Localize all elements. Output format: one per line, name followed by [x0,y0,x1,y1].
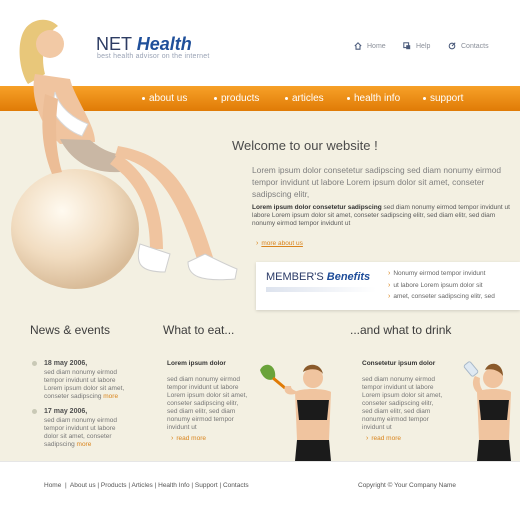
arrow-icon: › [388,293,391,300]
woman-drinking-photo [463,361,511,461]
eat-heading: Lorem ipsum dolor [167,360,226,367]
welcome-intro: Lorem ipsum dolor consetetur sadipscing … [252,165,502,199]
news-item-text: sed diam nonumy eirmod tempor invidunt u… [44,369,126,401]
footer-link-about-us[interactable]: About us [70,482,96,489]
drink-read-more-link[interactable]: › read more [366,435,401,442]
drink-section-title: ...and what to drink [350,323,452,337]
read-more-label: read more [176,435,206,442]
footer-link-products[interactable]: Products [101,482,127,489]
news-more-link[interactable]: more [77,441,92,448]
welcome-subtext: Lorem ipsum dolor consetetur sadipscing … [252,204,514,228]
help-link[interactable]: Help [403,42,430,50]
drink-text: sed diam nonumy eirmod tempor invidunt u… [362,376,443,431]
news-item-text: sed diam nonumy eirmod tempor invidunt u… [44,417,126,449]
members-benefits-title: MEMBER'S Benefits [266,271,370,283]
news-date: 18 may 2006, [44,360,88,367]
footer-link-support[interactable]: Support [195,482,218,489]
help-icon [403,42,411,50]
contacts-link-label: Contacts [461,42,489,50]
more-about-us-link[interactable]: › more about us [256,240,303,247]
arrow-icon: › [256,240,259,247]
contacts-link[interactable]: Contacts [448,42,489,50]
bullet-icon [32,409,37,414]
home-icon [354,42,362,50]
benefit-label: Nonumy eirmod tempor invidunt [393,270,486,277]
benefit-label: ut labore Lorem ipsum dolor sit [393,282,483,289]
arrow-icon: › [388,282,391,289]
nav-label: health info [354,93,401,104]
drink-heading: Consetetur ipsum dolor [362,360,436,367]
home-link-label: Home [367,42,386,50]
news-more-link[interactable]: more [103,393,118,400]
eat-text: sed diam nonumy eirmod tempor invidunt u… [167,376,248,431]
copyright-text: Copyright © Your Company Name [358,482,457,489]
nav-bullet-icon [347,97,350,100]
benefit-label: amet, conseter sadipscing elitr, sed [393,293,495,300]
nav-support[interactable]: support [423,93,463,104]
news-date: 17 may 2006, [44,408,88,415]
nav-label: support [430,93,464,104]
benefit-link[interactable]: › Nonumy eirmod tempor invidunt [388,270,485,277]
woman-eating-photo [260,364,331,461]
contacts-icon [448,42,456,50]
members-divider [266,287,376,292]
read-more-label: read more [371,435,401,442]
benefit-link[interactable]: › amet, conseter sadipscing elitr, sed [388,293,495,300]
arrow-icon: › [171,435,174,442]
more-about-us-label: more about us [261,240,303,247]
arrow-icon: › [388,270,391,277]
eat-section-title: What to eat... [163,323,235,337]
home-link[interactable]: Home [354,42,386,50]
nav-bullet-icon [285,97,288,100]
nav-label: articles [292,93,324,104]
fitness-woman-illustration [11,19,238,289]
members-title-a: MEMBER'S [266,271,324,283]
footer-link-articles[interactable]: Articles [132,482,153,489]
members-title-b: Benefits [326,271,371,283]
footer-link-contacts[interactable]: Contacts [223,482,249,489]
welcome-subtext-bold: Lorem ipsum dolor consetetur sadipscing [252,204,382,211]
news-section-title: News & events [30,323,111,337]
help-link-label: Help [416,42,431,50]
nav-bullet-icon [423,97,426,100]
footer-link-home[interactable]: Home [44,482,61,489]
arrow-icon: › [366,435,369,442]
nav-health-info[interactable]: health info [347,93,400,104]
eat-read-more-link[interactable]: › read more [171,435,206,442]
nav-articles[interactable]: articles [285,93,324,104]
bullet-icon [32,361,37,366]
benefit-link[interactable]: › ut labore Lorem ipsum dolor sit [388,282,483,289]
footer-link-health-info[interactable]: Health Info [158,482,189,489]
footer-links: Home | About us | Products | Articles | … [44,482,249,489]
welcome-title: Welcome to our website ! [232,138,378,153]
